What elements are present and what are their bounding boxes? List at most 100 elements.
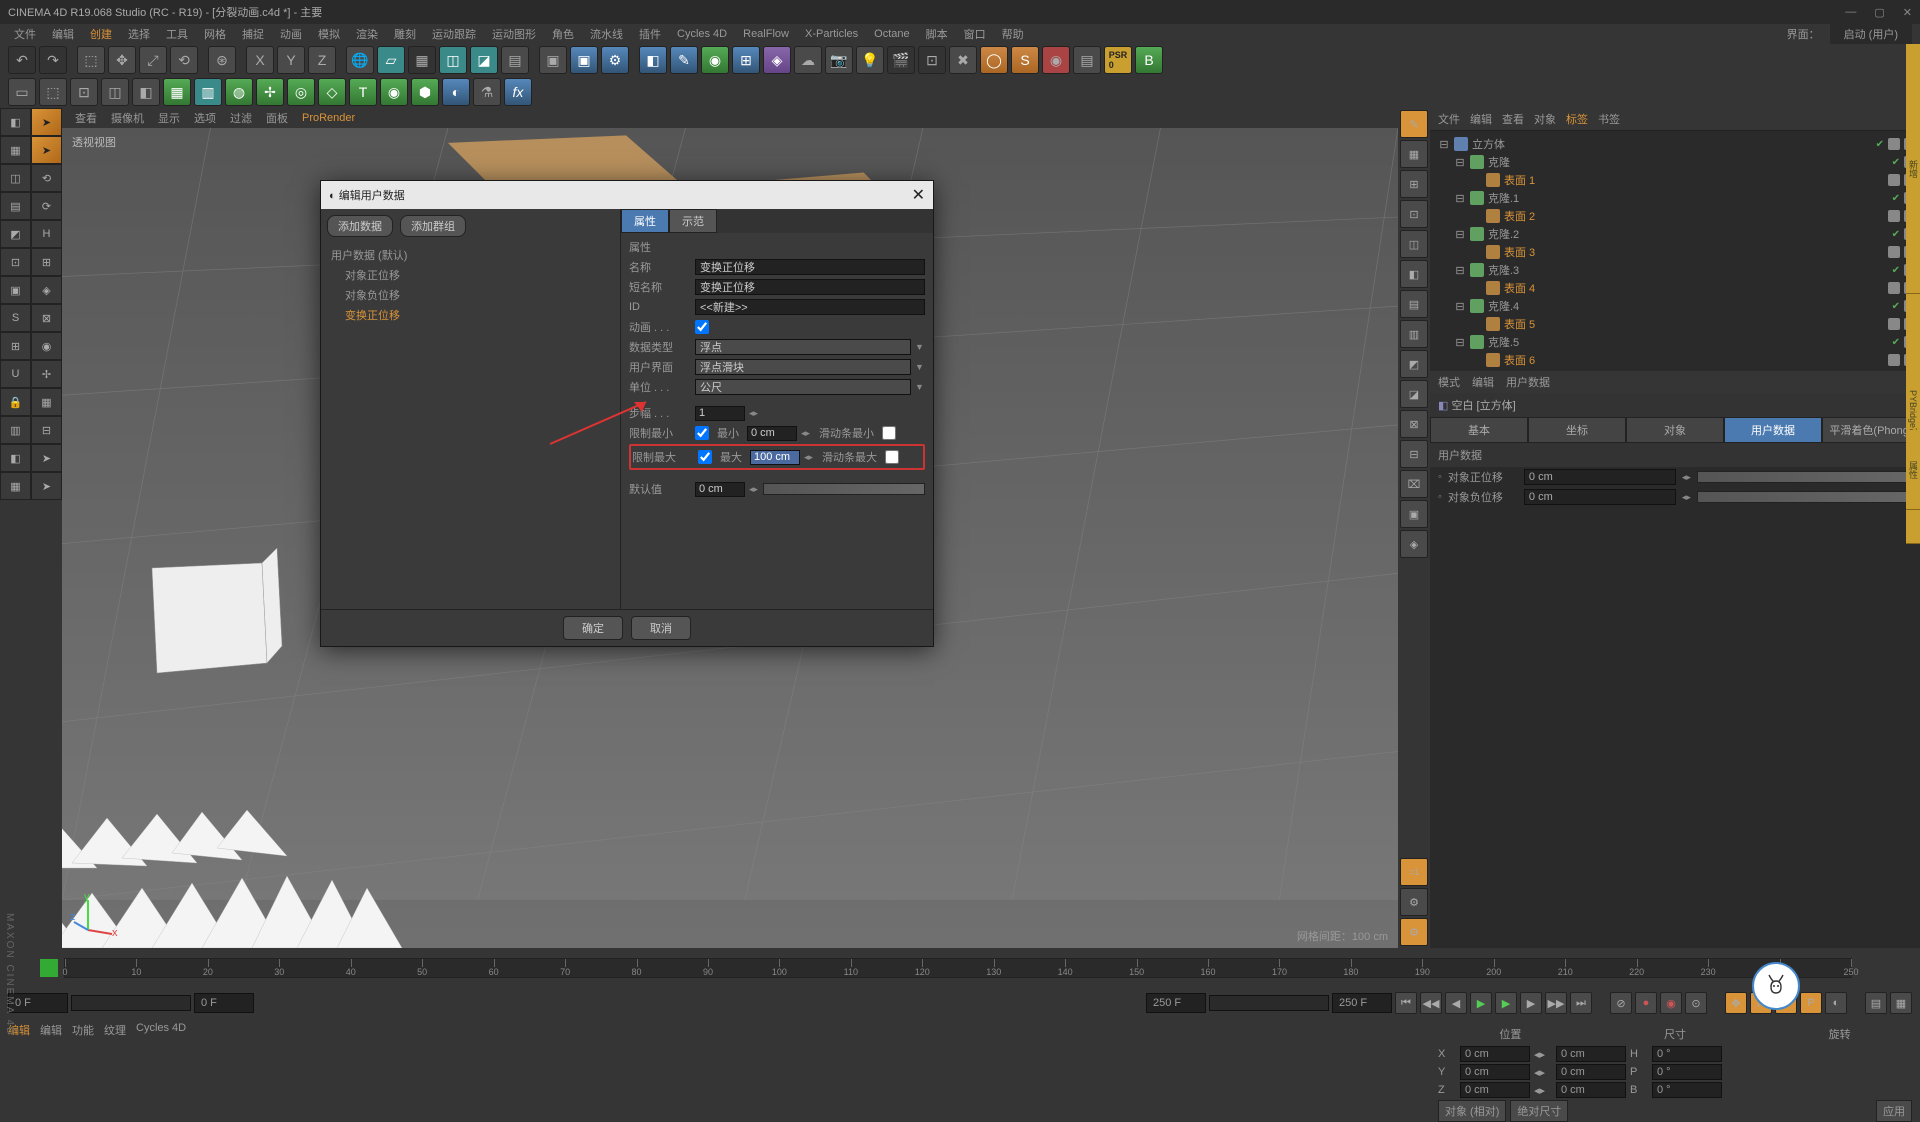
tree-row[interactable]: ⊟克隆.2✔	[1434, 225, 1916, 243]
total-frames-input[interactable]	[1332, 993, 1392, 1013]
tree-row[interactable]: 表面 4	[1434, 279, 1916, 297]
rt-btn-9[interactable]: ◪	[1400, 380, 1428, 408]
mat-menu-4[interactable]: Cycles 4D	[136, 1022, 186, 1038]
psr-button[interactable]: PSR0	[1104, 46, 1132, 74]
tree-item-label[interactable]: 表面 6	[1504, 352, 1535, 368]
coord-size-mode-dropdown[interactable]: 绝对尺寸	[1510, 1100, 1568, 1122]
pos-input[interactable]	[1460, 1064, 1530, 1080]
rt-gear-button[interactable]: ⚙	[1400, 888, 1428, 916]
object-tag-icon[interactable]	[1888, 210, 1900, 222]
tree-row[interactable]: ⊟克隆.3✔	[1434, 261, 1916, 279]
object-tag-icon[interactable]	[1888, 246, 1900, 258]
mat-menu-1[interactable]: 编辑	[40, 1022, 62, 1038]
deformer-button[interactable]: ◈	[763, 46, 791, 74]
script-button[interactable]: ▤	[1073, 46, 1101, 74]
visibility-check-icon[interactable]: ✔	[1892, 301, 1900, 312]
rot-input[interactable]	[1652, 1064, 1722, 1080]
axis-widget-icon[interactable]: x y z	[70, 892, 118, 940]
left-tool-7-1[interactable]: ⊠	[31, 304, 62, 332]
side-strip-attr[interactable]: 属性	[1906, 430, 1920, 510]
dialog-titlebar[interactable]: ◐ 编辑用户数据 ✕	[321, 181, 933, 209]
tb2-05[interactable]: ◧	[132, 78, 160, 106]
pb-extra2[interactable]: ▦	[1890, 992, 1912, 1014]
plugin-b-button[interactable]: B	[1135, 46, 1163, 74]
coord-space-dropdown[interactable]: 对象 (相对)	[1438, 1100, 1506, 1122]
limit-max-checkbox[interactable]	[698, 450, 712, 464]
rt-btn-3[interactable]: ⊡	[1400, 200, 1428, 228]
dialog-cancel-button[interactable]: 取消	[631, 616, 691, 640]
rt-cube-gear-button[interactable]: ⚙	[1400, 918, 1428, 946]
main-menu-雕刻[interactable]: 雕刻	[388, 24, 422, 44]
rt-btn-12[interactable]: ⌧	[1400, 470, 1428, 498]
spin[interactable]: ◂▸	[1534, 1084, 1552, 1097]
play-back-button[interactable]: ▶	[1470, 992, 1492, 1014]
tree-row[interactable]: 表面 2	[1434, 207, 1916, 225]
object-tag-icon[interactable]	[1888, 174, 1900, 186]
tag-button[interactable]: 🎬	[887, 46, 915, 74]
spin[interactable]: ◂▸	[1534, 1048, 1552, 1061]
tb2-08[interactable]: ◍	[225, 78, 253, 106]
object-tag-icon[interactable]	[1888, 282, 1900, 294]
main-menu-运动图形[interactable]: 运动图形	[486, 24, 542, 44]
main-menu-Octane[interactable]: Octane	[868, 26, 915, 42]
dialog-ok-button[interactable]: 确定	[563, 616, 623, 640]
tree-row[interactable]: ⊟克隆.1✔	[1434, 189, 1916, 207]
fx-button[interactable]: fx	[504, 78, 532, 106]
tree-item-label[interactable]: 克隆.3	[1488, 262, 1519, 278]
playback-slider-left[interactable]	[71, 995, 191, 1011]
om-tab-书签[interactable]: 书签	[1598, 111, 1620, 127]
render-view-button[interactable]: ▣	[539, 46, 567, 74]
main-menu-网格[interactable]: 网格	[198, 24, 232, 44]
goto-start-button[interactable]: ⏮	[1395, 992, 1417, 1014]
rt-btn-8[interactable]: ◩	[1400, 350, 1428, 378]
coord-system-button[interactable]: 🌐	[346, 46, 374, 74]
rot-input[interactable]	[1652, 1082, 1722, 1098]
attr-menu-用户数据[interactable]: 用户数据	[1506, 374, 1550, 390]
pen-tool-button[interactable]: ✎	[670, 46, 698, 74]
tree-row[interactable]: ⊟克隆✔	[1434, 153, 1916, 171]
rt-btn-5[interactable]: ◧	[1400, 260, 1428, 288]
visibility-check-icon[interactable]: ✔	[1892, 229, 1900, 240]
spinner-icon[interactable]: ◂▸	[749, 408, 759, 419]
vp-menu-面板[interactable]: 面板	[261, 108, 293, 128]
primitive-other3-button[interactable]: ◪	[470, 46, 498, 74]
default-input[interactable]	[695, 482, 745, 497]
xparticles-button[interactable]: ✖	[949, 46, 977, 74]
name-input[interactable]	[695, 259, 925, 275]
main-menu-帮助[interactable]: 帮助	[996, 24, 1030, 44]
render-pv-button[interactable]: ▣	[570, 46, 598, 74]
om-tab-对象[interactable]: 对象	[1534, 111, 1556, 127]
move-tool[interactable]: ✥	[108, 46, 136, 74]
main-menu-渲染[interactable]: 渲染	[350, 24, 384, 44]
main-menu-运动跟踪[interactable]: 运动跟踪	[426, 24, 482, 44]
main-menu-RealFlow[interactable]: RealFlow	[737, 26, 795, 42]
left-tool-8-1[interactable]: ◉	[31, 332, 62, 360]
attr-menu-编辑[interactable]: 编辑	[1472, 374, 1494, 390]
tree-expand-icon[interactable]: ⊟	[1454, 264, 1466, 277]
anim-checkbox[interactable]	[695, 320, 709, 334]
undo-button[interactable]: ↶	[8, 46, 36, 74]
key-pla-button[interactable]: ◐	[1825, 992, 1847, 1014]
toolbar-btn-16[interactable]: ▤	[501, 46, 529, 74]
mat-menu-3[interactable]: 纹理	[104, 1022, 126, 1038]
tree-expand-icon[interactable]: ⊟	[1454, 336, 1466, 349]
key-options-button[interactable]: ⊙	[1685, 992, 1707, 1014]
primitive-plane-button[interactable]: ▱	[377, 46, 405, 74]
tree-item-label[interactable]: 立方体	[1472, 136, 1505, 152]
left-tool-4-0[interactable]: ◩	[0, 220, 31, 248]
rotate-tool[interactable]: ⟲	[170, 46, 198, 74]
maximize-button[interactable]: ▢	[1874, 6, 1884, 19]
dialog-tab-example[interactable]: 示范	[669, 209, 717, 233]
tree-item-label[interactable]: 克隆	[1488, 154, 1510, 170]
rt-btn-10[interactable]: ⊠	[1400, 410, 1428, 438]
next-frame-button[interactable]: ▶	[1520, 992, 1542, 1014]
tb2-16[interactable]: ⚗	[473, 78, 501, 106]
side-strip-1[interactable]: 新增	[1906, 44, 1920, 294]
id-input[interactable]	[695, 299, 925, 315]
om-tab-查看[interactable]: 查看	[1502, 111, 1524, 127]
om-tab-文件[interactable]: 文件	[1438, 111, 1460, 127]
left-tool-11-0[interactable]: ▥	[0, 416, 31, 444]
pb-extra1[interactable]: ▤	[1865, 992, 1887, 1014]
left-tool-12-1[interactable]: ➤	[31, 444, 62, 472]
rt-btn-2[interactable]: ⊞	[1400, 170, 1428, 198]
